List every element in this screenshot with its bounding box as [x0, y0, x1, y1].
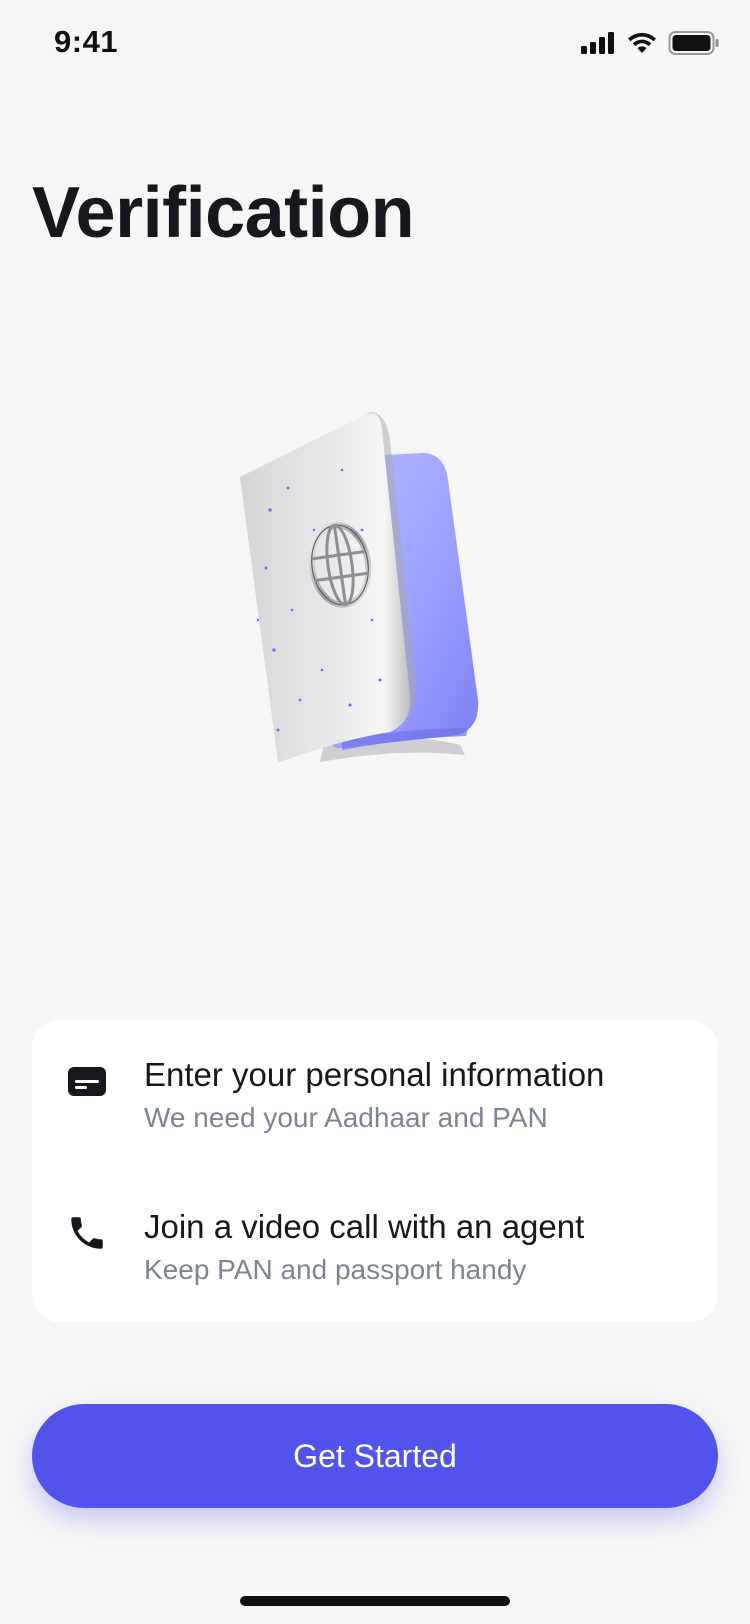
step-video-call: Join a video call with an agent Keep PAN… — [32, 1208, 718, 1298]
phone-icon — [71, 1217, 103, 1249]
passport-illustration — [230, 410, 510, 800]
status-time: 9:41 — [54, 24, 119, 59]
status-icons — [580, 30, 720, 56]
id-card-icon — [68, 1067, 106, 1096]
step-personal-info: Enter your personal information We need … — [32, 1056, 718, 1146]
battery-icon — [668, 31, 719, 55]
step-title: Join a video call with an agent — [144, 1208, 585, 1245]
get-started-button[interactable]: Get Started — [32, 1404, 718, 1508]
step-subtitle: Keep PAN and passport handy — [144, 1254, 527, 1285]
status-bar: 9:41 — [0, 0, 750, 88]
steps-card: Enter your personal information We need … — [32, 1020, 718, 1322]
step-title: Enter your personal information — [144, 1056, 605, 1093]
step-subtitle: We need your Aadhaar and PAN — [144, 1102, 548, 1133]
page-title: Verification — [32, 173, 415, 253]
wifi-icon — [628, 32, 656, 53]
signal-icon — [581, 32, 614, 54]
home-indicator[interactable] — [240, 1596, 510, 1606]
